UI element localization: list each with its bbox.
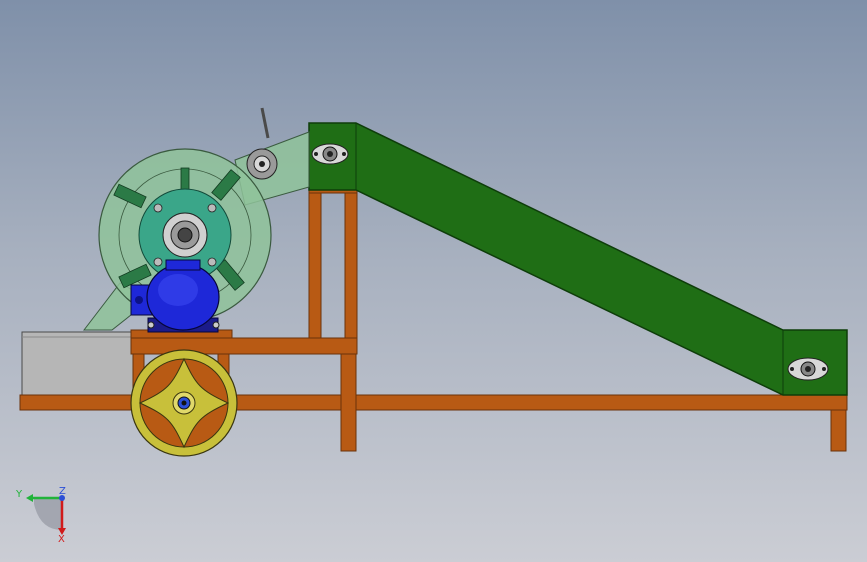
- machine-assembly-drawing: Y Z X: [15, 107, 848, 545]
- z-axis-label: Z: [59, 486, 66, 497]
- bearing-block-bottom: [787, 357, 829, 381]
- storage-box: [21, 331, 135, 396]
- housing-handle: [260, 107, 270, 139]
- leg-far-right: [830, 409, 847, 452]
- bearing-block-top: [311, 143, 349, 165]
- conveyor-belt-body: [308, 122, 848, 396]
- feed-bearing: [246, 148, 278, 180]
- motor-junction-box: [165, 259, 201, 271]
- x-axis-label: X: [58, 534, 65, 545]
- leg-upper-left: [308, 189, 322, 339]
- cad-viewport[interactable]: Y Z X: [0, 0, 867, 562]
- leg-lower-right: [340, 353, 357, 452]
- y-axis-label: Y: [15, 489, 23, 500]
- y-axis-arrow: [26, 494, 33, 502]
- leg-upper-right: [344, 189, 358, 339]
- triad-shadow: [34, 498, 62, 530]
- coordinate-triad: Y Z X: [15, 486, 66, 545]
- conveyor: [308, 122, 848, 396]
- pulley-wheel: [130, 349, 238, 457]
- motor-platform-beam: [130, 337, 358, 355]
